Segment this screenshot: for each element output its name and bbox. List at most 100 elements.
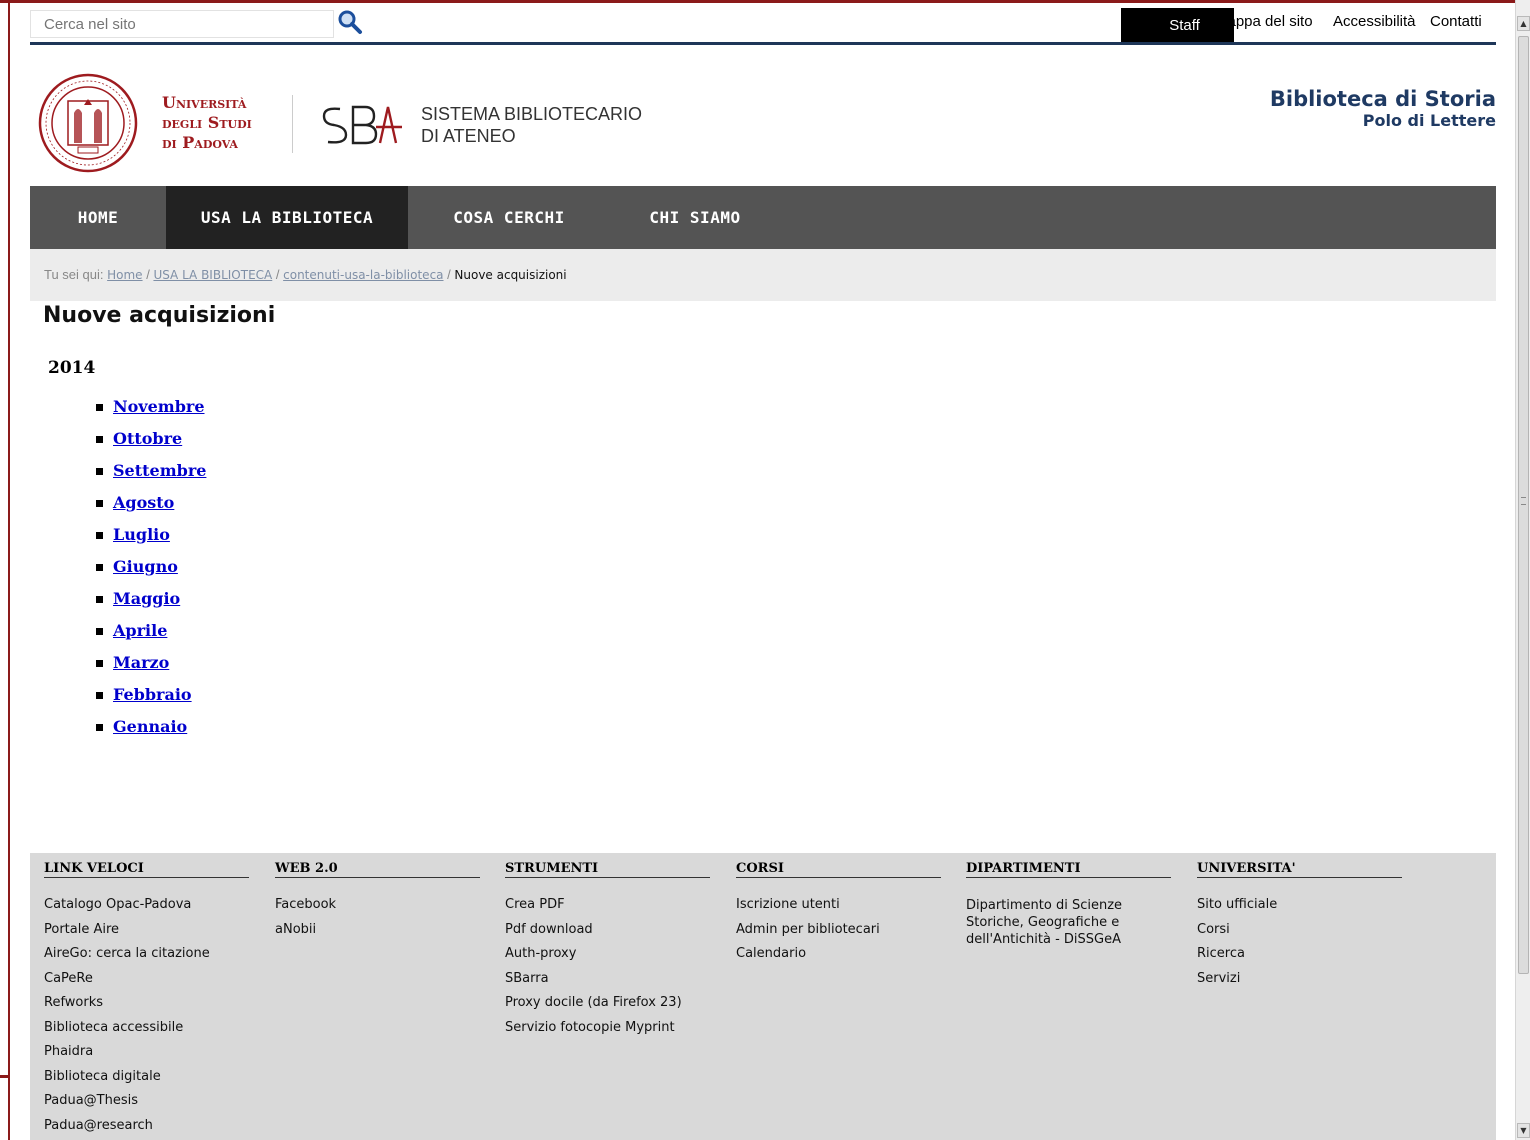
footer-link[interactable]: Biblioteca accessibile <box>44 1020 210 1045</box>
breadcrumb: Tu sei qui: Home / USA LA BIBLIOTECA / c… <box>44 267 567 282</box>
sba-name-line2: DI ATENEO <box>421 126 516 146</box>
bullet-icon <box>96 692 103 699</box>
breadcrumb-home-link[interactable]: Home <box>107 268 142 282</box>
breadcrumb-usa-link[interactable]: USA LA BIBLIOTECA <box>153 268 272 282</box>
contacts-link[interactable]: Contatti <box>1430 13 1482 30</box>
footer-link[interactable]: Iscrizione utenti <box>736 897 880 922</box>
list-item: Febbraio <box>96 685 206 717</box>
list-item: Maggio <box>96 589 206 621</box>
footer-col-title: UNIVERSITA' <box>1197 861 1402 878</box>
footer-link[interactable]: Admin per bibliotecari <box>736 922 880 947</box>
scroll-down-button[interactable]: ▼ <box>1517 1123 1530 1138</box>
month-link-marzo[interactable]: Marzo <box>113 653 169 672</box>
nav-usa-la-biblioteca[interactable]: USA LA BIBLIOTECA <box>166 186 408 249</box>
footer-link[interactable]: aNobii <box>275 922 336 947</box>
bullet-icon <box>96 596 103 603</box>
month-link-novembre[interactable]: Novembre <box>113 397 205 416</box>
university-seal-logo[interactable] <box>38 73 138 173</box>
utility-bar: Staff Mappa del sito Accessibilità Conta… <box>30 8 1496 45</box>
bullet-icon <box>96 404 103 411</box>
footer-link[interactable]: Catalogo Opac-Padova <box>44 897 210 922</box>
footer-link[interactable]: Crea PDF <box>505 897 682 922</box>
footer-link[interactable]: Pdf download <box>505 922 682 947</box>
list-item: Gennaio <box>96 717 206 749</box>
bullet-icon <box>96 436 103 443</box>
footer-link[interactable]: Auth-proxy <box>505 946 682 971</box>
breadcrumb-prefix: Tu sei qui: <box>44 267 104 282</box>
breadcrumb-separator: / <box>146 267 150 282</box>
footer-col-title: STRUMENTI <box>505 861 710 878</box>
list-item: Agosto <box>96 493 206 525</box>
nav-home[interactable]: HOME <box>30 186 166 249</box>
month-link-agosto[interactable]: Agosto <box>113 493 174 512</box>
university-name-line1: Università <box>162 93 247 112</box>
footer-link[interactable]: Padua@research <box>44 1118 210 1140</box>
page-title: Nuove acquisizioni <box>43 303 276 328</box>
top-accent-line <box>0 0 1530 3</box>
month-list: Novembre Ottobre Settembre Agosto Luglio… <box>96 397 206 749</box>
left-accent-mark <box>0 1075 10 1078</box>
library-subtitle: Polo di Lettere <box>1362 111 1496 130</box>
vertical-scrollbar[interactable]: ▲ ▼ <box>1515 0 1530 1140</box>
footer-link[interactable]: Dipartimento di Scienze Storiche, Geogra… <box>966 897 1156 948</box>
month-link-gennaio[interactable]: Gennaio <box>113 717 187 736</box>
bullet-icon <box>96 628 103 635</box>
footer-link[interactable]: Calendario <box>736 946 880 971</box>
footer-link[interactable]: Biblioteca digitale <box>44 1069 210 1094</box>
list-item: Marzo <box>96 653 206 685</box>
footer-link[interactable]: Facebook <box>275 897 336 922</box>
bullet-icon <box>96 724 103 731</box>
month-link-aprile[interactable]: Aprile <box>113 621 167 640</box>
main-navigation: HOME USA LA BIBLIOTECA COSA CERCHI CHI S… <box>30 186 1496 249</box>
year-heading: 2014 <box>48 358 96 378</box>
footer-link[interactable]: Refworks <box>44 995 210 1020</box>
main-content: Nuove acquisizioni 2014 Novembre Ottobre… <box>30 301 1496 853</box>
month-link-febbraio[interactable]: Febbraio <box>113 685 192 704</box>
nav-chi-siamo[interactable]: CHI SIAMO <box>610 186 780 249</box>
footer-link[interactable]: Servizi <box>1197 971 1277 996</box>
list-item: Novembre <box>96 397 206 429</box>
sba-logo[interactable] <box>320 103 404 147</box>
month-link-giugno[interactable]: Giugno <box>113 557 178 576</box>
nav-cosa-cerchi[interactable]: COSA CERCHI <box>408 186 610 249</box>
breadcrumb-separator: / <box>447 267 451 282</box>
bullet-icon <box>96 532 103 539</box>
accessibility-link[interactable]: Accessibilità <box>1333 13 1416 30</box>
footer-col-title: WEB 2.0 <box>275 861 480 878</box>
search-input[interactable] <box>30 10 334 38</box>
footer-link[interactable]: Ricerca <box>1197 946 1277 971</box>
footer-link[interactable]: Sito ufficiale <box>1197 897 1277 922</box>
sba-name: SISTEMA BIBLIOTECARIO DI ATENEO <box>421 103 642 147</box>
university-name-line3: di Padova <box>162 133 238 152</box>
scroll-up-button[interactable]: ▲ <box>1517 16 1530 31</box>
footer-link-list: Iscrizione utenti Admin per bibliotecari… <box>736 897 880 971</box>
library-title[interactable]: Biblioteca di Storia <box>1270 87 1496 111</box>
footer-link-list: Dipartimento di Scienze Storiche, Geogra… <box>966 897 1156 948</box>
footer-link[interactable]: CaPeRe <box>44 971 210 996</box>
sitemap-link[interactable]: Mappa del sito <box>1215 13 1313 30</box>
footer-link[interactable]: Corsi <box>1197 922 1277 947</box>
breadcrumb-current: Nuove acquisizioni <box>454 268 567 282</box>
month-link-settembre[interactable]: Settembre <box>113 461 206 480</box>
footer-link[interactable]: SBarra <box>505 971 682 996</box>
footer-link[interactable]: AireGo: cerca la citazione <box>44 946 210 971</box>
university-name: Università degli Studi di Padova <box>162 93 252 153</box>
month-link-luglio[interactable]: Luglio <box>113 525 170 544</box>
footer-link[interactable]: Phaidra <box>44 1044 210 1069</box>
scroll-thumb[interactable] <box>1518 36 1529 974</box>
footer-link[interactable]: Padua@Thesis <box>44 1093 210 1118</box>
list-item: Luglio <box>96 525 206 557</box>
month-link-ottobre[interactable]: Ottobre <box>113 429 182 448</box>
footer-link[interactable]: Portale Aire <box>44 922 210 947</box>
breadcrumb-contenuti-link[interactable]: contenuti-usa-la-biblioteca <box>283 268 443 282</box>
footer-col-title: DIPARTIMENTI <box>966 861 1171 878</box>
university-name-line2: degli Studi <box>162 113 252 132</box>
footer-link-list: Crea PDF Pdf download Auth-proxy SBarra … <box>505 897 682 1044</box>
footer-link[interactable]: Proxy docile (da Firefox 23) <box>505 995 682 1020</box>
bullet-icon <box>96 500 103 507</box>
footer-link-list: Facebook aNobii <box>275 897 336 946</box>
footer-link[interactable]: Servizio fotocopie Myprint <box>505 1020 682 1045</box>
footer-col-title: CORSI <box>736 861 941 878</box>
month-link-maggio[interactable]: Maggio <box>113 589 180 608</box>
search-button[interactable] <box>335 8 365 38</box>
